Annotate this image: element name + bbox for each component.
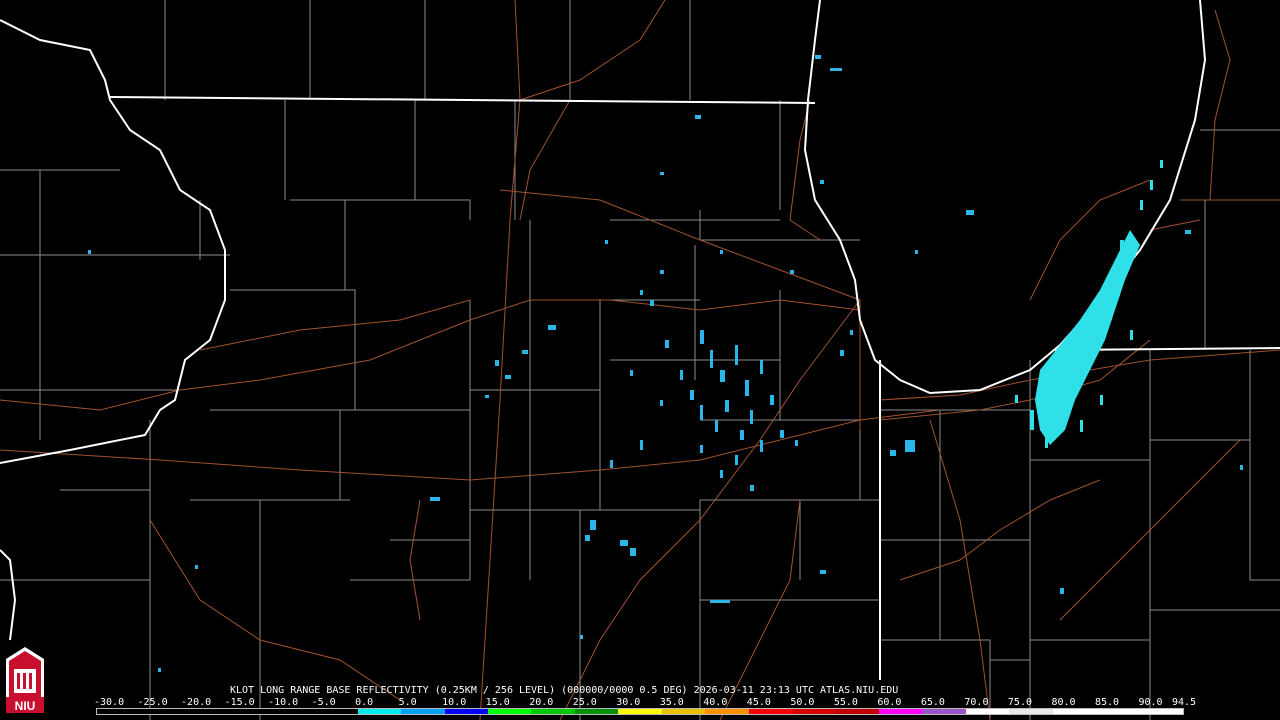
scale-swatch <box>444 709 488 714</box>
scale-label: 45.0 <box>746 697 771 708</box>
scale-swatch <box>97 709 141 714</box>
scale-label: 85.0 <box>1094 697 1120 708</box>
scale-label: 80.0 <box>1051 697 1076 708</box>
scale-swatch <box>1096 709 1140 714</box>
product-caption-text: KLOT LONG RANGE BASE REFLECTIVITY (0.25K… <box>230 685 899 696</box>
scale-label: 5.0 <box>398 697 417 708</box>
scale-label: 60.0 <box>877 697 902 708</box>
scale-swatch <box>270 709 315 714</box>
scale-label: 65.0 <box>920 697 945 708</box>
scale-swatch <box>1052 709 1097 714</box>
scale-swatch <box>314 709 358 714</box>
product-caption: KLOT LONG RANGE BASE REFLECTIVITY (0.25K… <box>0 685 1280 697</box>
radar-echoes <box>88 55 1243 672</box>
scale-swatch <box>835 709 879 714</box>
scale-label: 0.0 <box>355 697 374 708</box>
scale-swatch <box>531 709 575 714</box>
scale-label: -25.0 <box>137 697 168 708</box>
scale-label: 15.0 <box>485 697 510 708</box>
scale-swatch <box>878 709 923 714</box>
scale-label: -10.0 <box>268 697 299 708</box>
scale-label: 94.5 <box>1172 697 1197 708</box>
color-scale-bar <box>96 708 1184 715</box>
scale-label: 10.0 <box>442 697 467 708</box>
scale-swatch <box>574 709 619 714</box>
scale-label: -15.0 <box>224 697 255 708</box>
scale-swatch <box>401 709 445 714</box>
scale-label: 70.0 <box>964 697 989 708</box>
scale-swatch <box>748 709 792 714</box>
scale-swatch <box>357 709 402 714</box>
radar-map-canvas <box>0 0 1280 720</box>
scale-label: 90.0 <box>1138 697 1163 708</box>
scale-swatch <box>705 709 749 714</box>
scale-swatch <box>1139 709 1183 714</box>
scale-label: 35.0 <box>659 697 684 708</box>
scale-swatch <box>618 709 662 714</box>
scale-swatch <box>965 709 1010 714</box>
scale-label: -20.0 <box>181 697 212 708</box>
color-scale-labels: -30.0 -25.0 -20.0 -15.0 -10.0 -5.0 0.0 5.0 10.0 1… <box>94 697 1204 708</box>
scale-label: 50.0 <box>790 697 815 708</box>
scale-swatch <box>140 709 184 714</box>
scale-swatch <box>661 709 706 714</box>
scale-label: 20.0 <box>529 697 554 708</box>
scale-label: -30.0 <box>94 697 125 708</box>
niu-logo: NIU <box>4 645 46 715</box>
scale-swatch <box>183 709 228 714</box>
scale-label: 25.0 <box>572 697 597 708</box>
scale-swatch <box>792 709 836 714</box>
scale-label: 55.0 <box>833 697 858 708</box>
logo-text: NIU <box>15 699 36 713</box>
scale-swatch <box>227 709 271 714</box>
radar-map-view: NIU KLOT LONG RANGE BASE REFLECTIVITY (0… <box>0 0 1280 720</box>
scale-swatch <box>487 709 532 714</box>
scale-label: -5.0 <box>311 697 336 708</box>
scale-label: 30.0 <box>616 697 641 708</box>
scale-swatch <box>1009 709 1053 714</box>
scale-label: 75.0 <box>1007 697 1032 708</box>
scale-label: 40.0 <box>703 697 728 708</box>
scale-swatch <box>922 709 966 714</box>
